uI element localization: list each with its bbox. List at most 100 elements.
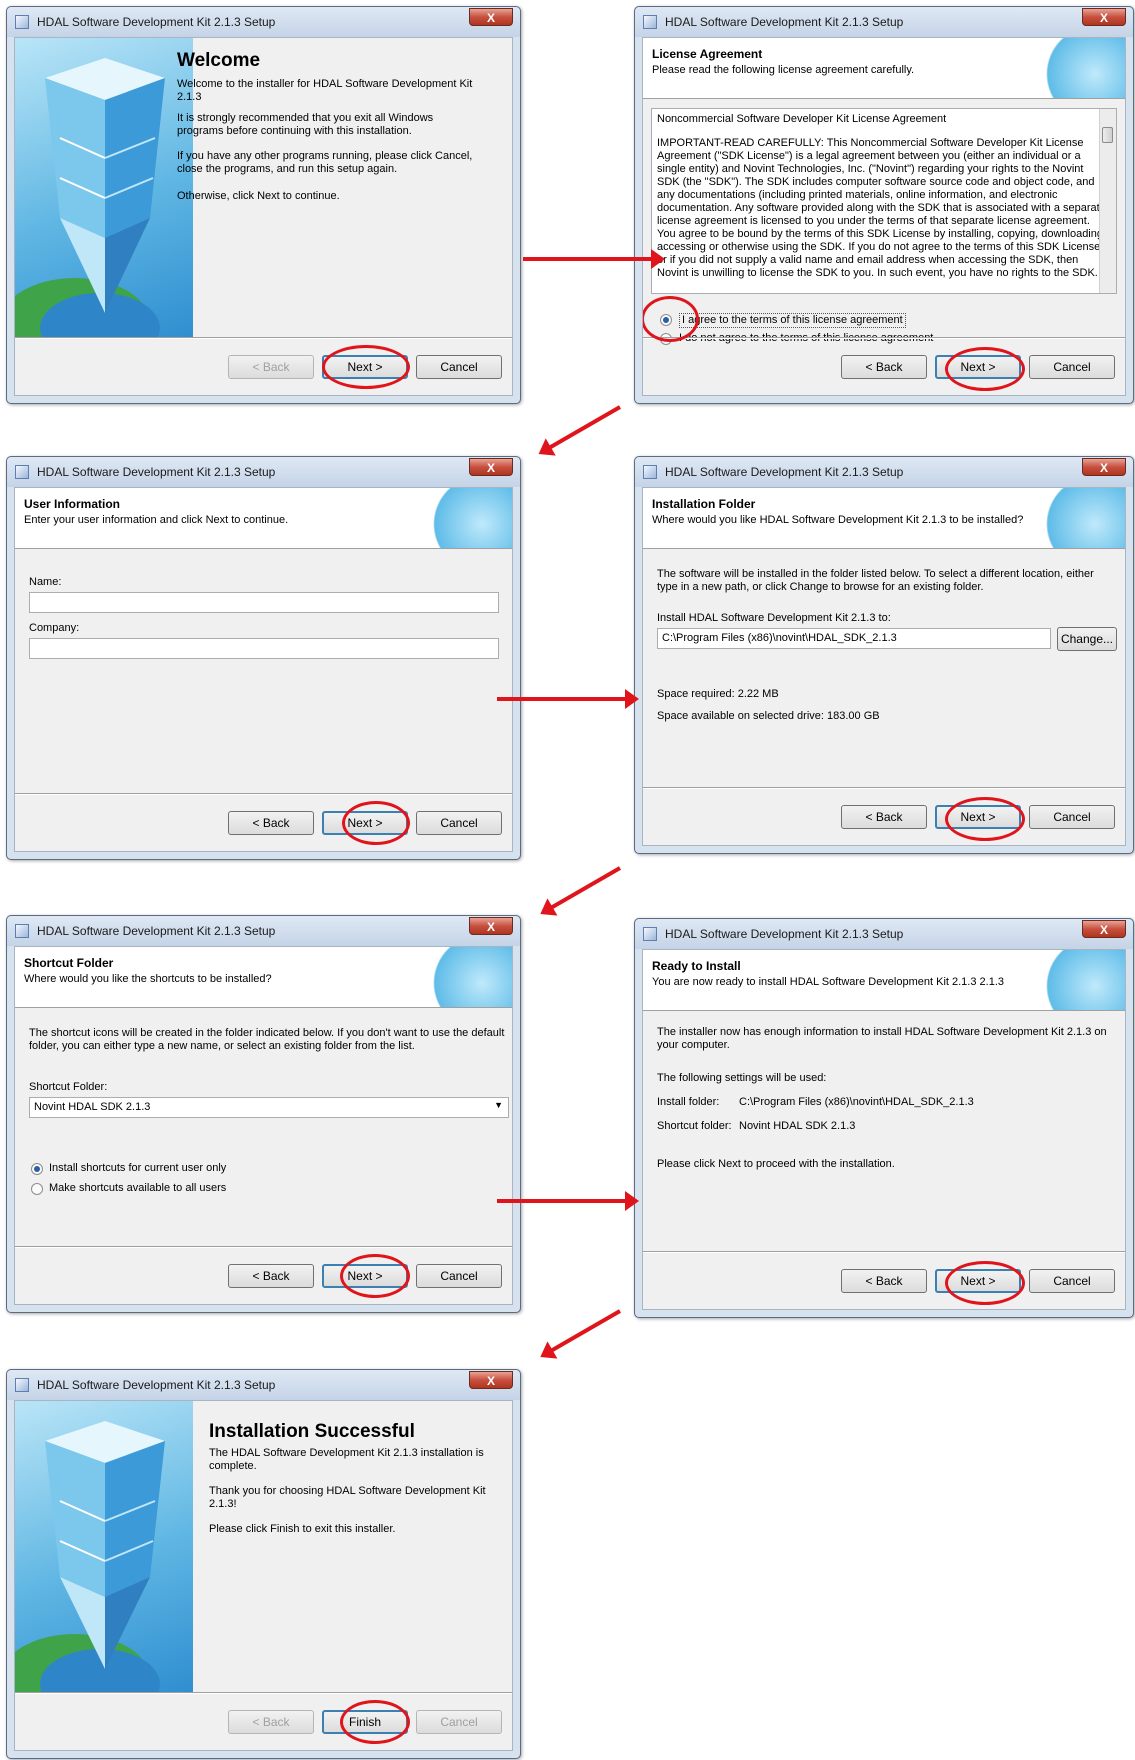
close-button[interactable]: X bbox=[469, 458, 513, 476]
setup-app-icon bbox=[15, 924, 29, 938]
title-bar[interactable]: HDAL Software Development Kit 2.1.3 Setu… bbox=[7, 916, 520, 946]
window-title: HDAL Software Development Kit 2.1.3 Setu… bbox=[37, 1378, 276, 1392]
window-title: HDAL Software Development Kit 2.1.3 Setu… bbox=[665, 927, 904, 941]
back-button[interactable]: < Back bbox=[841, 805, 927, 829]
page-title: License Agreement bbox=[652, 47, 763, 61]
back-button[interactable]: < Back bbox=[841, 355, 927, 379]
next-button[interactable]: Next > bbox=[322, 811, 408, 835]
dialog-body: License Agreement Please read the follow… bbox=[642, 37, 1126, 396]
close-button[interactable]: X bbox=[1082, 8, 1126, 26]
finish-button[interactable]: Finish bbox=[322, 1710, 408, 1734]
separator bbox=[15, 1692, 512, 1694]
title-bar[interactable]: HDAL Software Development Kit 2.1.3 Setu… bbox=[7, 1370, 520, 1400]
page-title: Ready to Install bbox=[652, 959, 741, 973]
dropdown-arrow-icon[interactable]: ▼ bbox=[494, 1100, 503, 1110]
next-button[interactable]: Next > bbox=[322, 355, 408, 379]
header-banner: Shortcut Folder Where would you like the… bbox=[15, 947, 512, 1008]
title-bar[interactable]: HDAL Software Development Kit 2.1.3 Setu… bbox=[7, 457, 520, 487]
setup-app-icon bbox=[15, 465, 29, 479]
next-button[interactable]: Next > bbox=[935, 355, 1021, 379]
next-button[interactable]: Next > bbox=[935, 805, 1021, 829]
cancel-button[interactable]: Cancel bbox=[416, 811, 502, 835]
all-users-radio[interactable] bbox=[31, 1183, 43, 1195]
title-bar[interactable]: HDAL Software Development Kit 2.1.3 Setu… bbox=[635, 457, 1133, 487]
close-button[interactable]: X bbox=[1082, 920, 1126, 938]
side-graphic bbox=[15, 38, 193, 339]
success-window: HDAL Software Development Kit 2.1.3 Setu… bbox=[6, 1369, 521, 1759]
current-user-radio[interactable] bbox=[31, 1163, 43, 1175]
cancel-button[interactable]: Cancel bbox=[416, 1710, 502, 1734]
arrow-user-info-to-install-folder bbox=[497, 689, 639, 709]
page-subtitle: Please read the following license agreem… bbox=[652, 64, 915, 76]
settings-label: The following settings will be used: bbox=[657, 1072, 827, 1084]
title-bar[interactable]: HDAL Software Development Kit 2.1.3 Setu… bbox=[7, 7, 520, 37]
cancel-button[interactable]: Cancel bbox=[416, 355, 502, 379]
separator bbox=[15, 337, 512, 339]
title-bar[interactable]: HDAL Software Development Kit 2.1.3 Setu… bbox=[635, 919, 1133, 949]
success-complete: The HDAL Software Development Kit 2.1.3 … bbox=[209, 1447, 484, 1472]
space-required: Space required: 2.22 MB bbox=[657, 688, 779, 700]
next-button[interactable]: Next > bbox=[322, 1264, 408, 1288]
header-banner: License Agreement Please read the follow… bbox=[643, 38, 1125, 99]
success-thanks: Thank you for choosing HDAL Software Dev… bbox=[209, 1485, 486, 1510]
license-text-title: Noncommercial Software Developer Kit Lic… bbox=[657, 113, 947, 125]
shortcut-folder-value: Novint HDAL SDK 2.1.3 bbox=[739, 1120, 856, 1132]
company-label: Company: bbox=[29, 622, 80, 634]
current-user-label[interactable]: Install shortcuts for current user only bbox=[49, 1162, 226, 1175]
banner-graphic bbox=[412, 488, 512, 548]
dialog-body: Installation Successful The HDAL Softwar… bbox=[14, 1400, 513, 1751]
space-available: Space available on selected drive: 183.0… bbox=[657, 710, 880, 722]
company-input[interactable] bbox=[29, 638, 499, 659]
next-button[interactable]: Next > bbox=[935, 1269, 1021, 1293]
cancel-button[interactable]: Cancel bbox=[1029, 805, 1115, 829]
setup-app-icon bbox=[643, 465, 657, 479]
back-button[interactable]: < Back bbox=[228, 1710, 314, 1734]
dialog-body: Installation Folder Where would you like… bbox=[642, 487, 1126, 846]
change-button[interactable]: Change... bbox=[1057, 627, 1117, 651]
agree-label[interactable]: I agree to the terms of this license agr… bbox=[679, 313, 906, 328]
dialog-body: Shortcut Folder Where would you like the… bbox=[14, 946, 513, 1305]
dialog-body: Ready to Install You are now ready to in… bbox=[642, 949, 1126, 1310]
close-button[interactable]: X bbox=[469, 8, 513, 26]
separator bbox=[643, 337, 1125, 339]
cancel-button[interactable]: Cancel bbox=[416, 1264, 502, 1288]
cancel-button[interactable]: Cancel bbox=[1029, 1269, 1115, 1293]
scrollbar[interactable] bbox=[1099, 109, 1116, 293]
install-folder-label: Install folder: bbox=[657, 1096, 720, 1108]
name-label: Name: bbox=[29, 576, 62, 588]
separator bbox=[15, 1246, 512, 1248]
header-banner: User Information Enter your user informa… bbox=[15, 488, 512, 549]
separator bbox=[15, 793, 512, 795]
scroll-thumb[interactable] bbox=[1102, 127, 1113, 143]
name-input[interactable] bbox=[29, 592, 499, 613]
page-subtitle: Where would you like the shortcuts to be… bbox=[24, 973, 272, 985]
disagree-radio[interactable] bbox=[660, 333, 672, 345]
all-users-label[interactable]: Make shortcuts available to all users bbox=[49, 1182, 226, 1195]
agree-radio[interactable] bbox=[660, 314, 672, 326]
page-subtitle: Where would you like HDAL Software Devel… bbox=[652, 514, 1024, 526]
license-text-box[interactable]: Noncommercial Software Developer Kit Lic… bbox=[651, 108, 1117, 294]
close-button[interactable]: X bbox=[1082, 458, 1126, 476]
shortcut-folder-window: HDAL Software Development Kit 2.1.3 Setu… bbox=[6, 915, 521, 1313]
license-text-body: IMPORTANT-READ CAREFULLY: This Noncommer… bbox=[657, 137, 1107, 279]
cancel-button[interactable]: Cancel bbox=[1029, 355, 1115, 379]
shortcut-folder-combobox[interactable]: Novint HDAL SDK 2.1.3 ▼ bbox=[29, 1097, 509, 1118]
back-button[interactable]: < Back bbox=[228, 1264, 314, 1288]
side-graphic bbox=[15, 1401, 193, 1694]
back-button[interactable]: < Back bbox=[228, 811, 314, 835]
page-title: Shortcut Folder bbox=[24, 956, 114, 970]
setup-app-icon bbox=[643, 927, 657, 941]
back-button[interactable]: < Back bbox=[841, 1269, 927, 1293]
back-button[interactable]: < Back bbox=[228, 355, 314, 379]
close-button[interactable]: X bbox=[469, 1371, 513, 1389]
success-finish-note: Please click Finish to exit this install… bbox=[209, 1523, 396, 1535]
shortcut-folder-label: Shortcut folder: bbox=[657, 1120, 732, 1132]
welcome-window: HDAL Software Development Kit 2.1.3 Setu… bbox=[6, 6, 521, 404]
close-button[interactable]: X bbox=[469, 917, 513, 935]
window-title: HDAL Software Development Kit 2.1.3 Setu… bbox=[37, 465, 276, 479]
ready-description: The installer now has enough information… bbox=[657, 1026, 1107, 1051]
window-title: HDAL Software Development Kit 2.1.3 Setu… bbox=[665, 465, 904, 479]
welcome-intro: Welcome to the installer for HDAL Softwa… bbox=[177, 78, 473, 103]
title-bar[interactable]: HDAL Software Development Kit 2.1.3 Setu… bbox=[635, 7, 1133, 37]
install-path-input[interactable]: C:\Program Files (x86)\novint\HDAL_SDK_2… bbox=[657, 628, 1051, 649]
